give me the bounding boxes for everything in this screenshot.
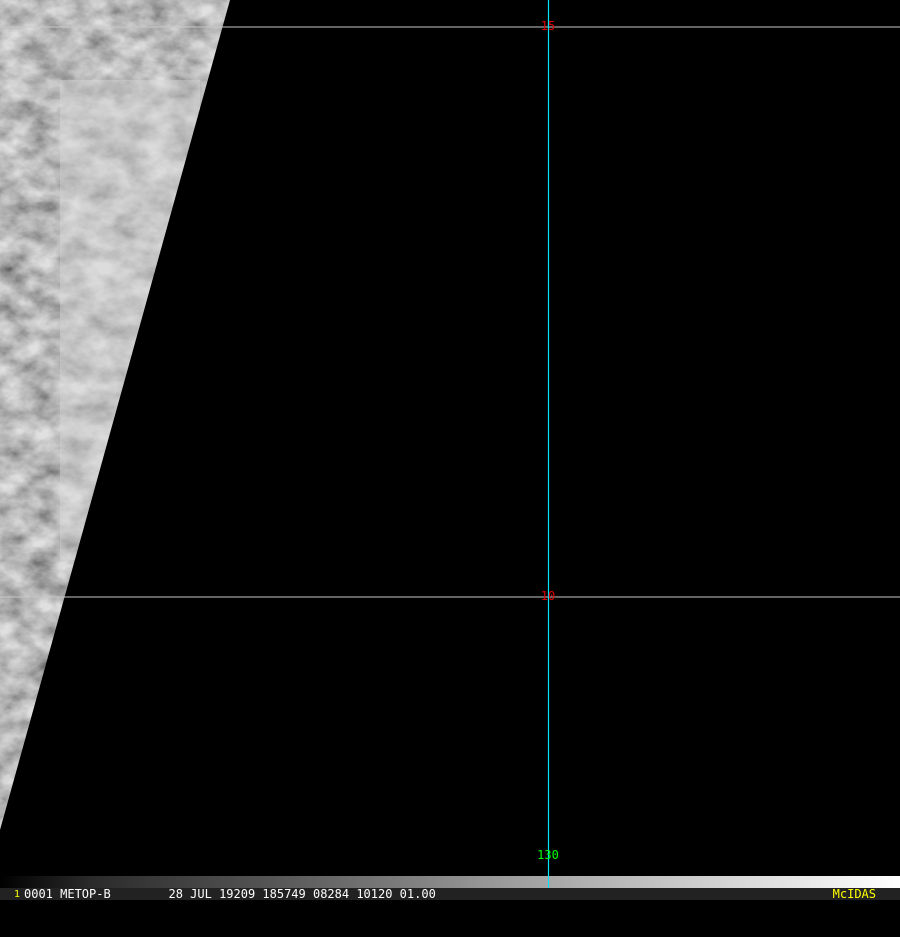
status-bar: 1 0001 METOP-B 28 JUL 19209 185749 08284… <box>0 888 900 900</box>
latitude-label-15: 15 <box>540 19 556 33</box>
longitude-label-130: 130 <box>537 848 559 862</box>
colorbar-longitude-marker <box>548 876 549 888</box>
satellite-image <box>0 0 900 876</box>
frame-number: 1 <box>14 889 21 900</box>
mcidas-label: McIDAS <box>832 887 876 901</box>
image-info: 0001 METOP-B 28 JUL 19209 185749 08284 1… <box>24 887 436 901</box>
latitude-label-10: 10 <box>540 589 556 603</box>
